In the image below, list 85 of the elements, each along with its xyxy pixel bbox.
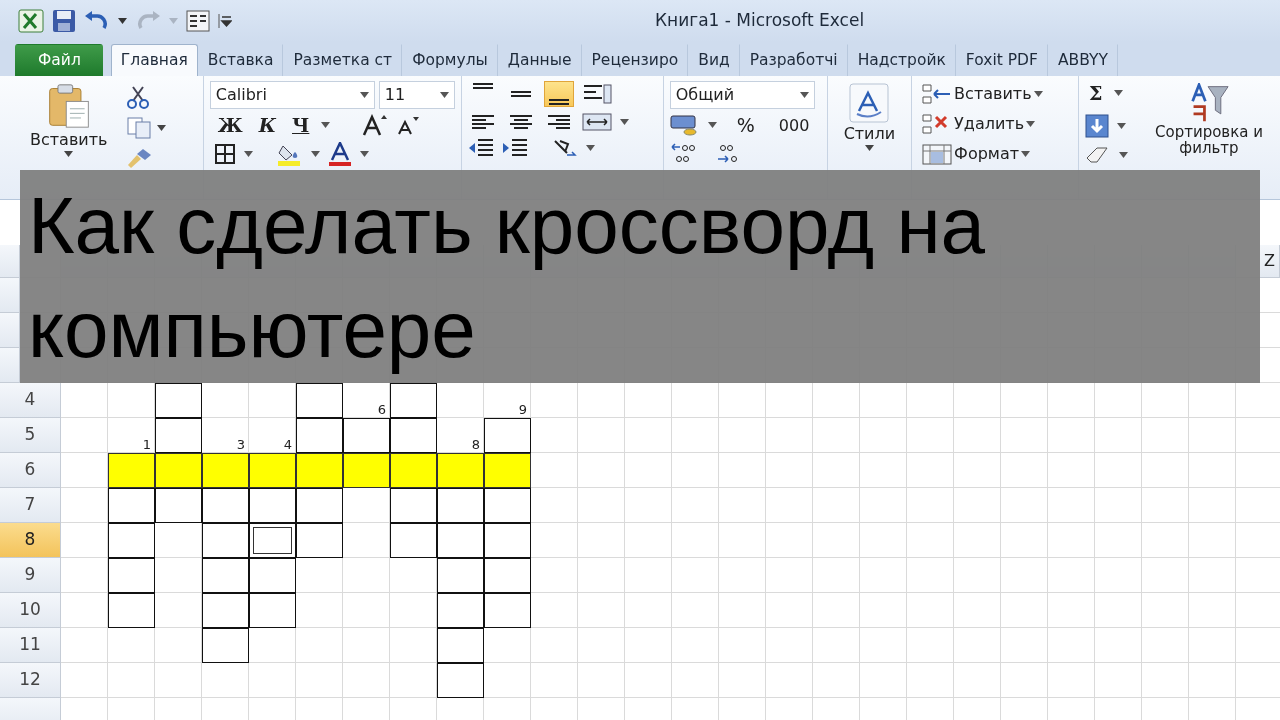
caret-icon	[1021, 151, 1031, 157]
caret-icon[interactable]	[586, 145, 596, 151]
row-header[interactable]: 10	[0, 593, 61, 628]
lines-icon	[473, 83, 494, 89]
lines-icon	[548, 115, 571, 129]
caret-icon[interactable]	[1119, 151, 1128, 158]
insert-cells-button[interactable]: Вставить	[918, 81, 1072, 107]
format-cells-icon	[922, 143, 953, 165]
caret-icon[interactable]	[310, 150, 320, 157]
lines-icon	[472, 115, 495, 129]
caret-icon[interactable]	[321, 122, 331, 129]
row-header[interactable]: 12	[0, 663, 61, 698]
caret-icon[interactable]	[799, 92, 809, 98]
window-title: Книга1 - Microsoft Excel	[655, 9, 865, 33]
number-format-field[interactable]: Общий	[669, 81, 815, 109]
lines-icon	[511, 91, 532, 97]
insert-cells-icon	[922, 83, 953, 105]
bold-button[interactable]: Ж	[213, 113, 247, 138]
form-icon[interactable]	[186, 10, 210, 32]
font-color-icon[interactable]	[327, 141, 352, 166]
row-header[interactable]: 6	[0, 453, 61, 488]
increase-decimal-icon[interactable]	[669, 141, 698, 164]
sort-filter-button[interactable]: Сортировка и фильтр	[1144, 81, 1274, 164]
clue-number: 4	[283, 438, 293, 453]
customize-caret-icon[interactable]	[218, 12, 232, 30]
shrink-font-icon[interactable]	[396, 115, 421, 136]
caret-icon[interactable]	[439, 92, 449, 98]
row-header[interactable]: 8	[0, 523, 61, 558]
caret-icon[interactable]	[243, 150, 253, 157]
clue-number: 8	[471, 438, 481, 453]
clue-number: 6	[377, 403, 387, 418]
column-header[interactable]: Z	[1260, 245, 1280, 278]
caret-icon[interactable]	[359, 150, 369, 157]
wrap-text-icon[interactable]	[582, 83, 613, 105]
caret-icon[interactable]	[1117, 122, 1126, 129]
format-cells-button[interactable]: Формат	[918, 141, 1072, 167]
row-header[interactable]: 11	[0, 628, 61, 663]
caret-icon[interactable]	[118, 18, 127, 24]
ribbon-tab[interactable]: Главная	[110, 44, 198, 76]
underline-button[interactable]: Ч	[288, 113, 314, 138]
clue-number: 9	[518, 403, 528, 418]
delete-cells-button[interactable]: Удалить	[918, 111, 1072, 137]
percent-button[interactable]: %	[732, 113, 759, 138]
excel-icon[interactable]	[18, 9, 44, 33]
caret-icon[interactable]	[157, 125, 167, 131]
row-header[interactable]: 9	[0, 558, 61, 593]
row-header[interactable]: 5	[0, 418, 61, 453]
caret-icon[interactable]	[707, 122, 717, 129]
increase-indent-icon[interactable]	[502, 138, 529, 158]
paste-button[interactable]: Вставить	[26, 81, 112, 169]
caret-icon[interactable]	[620, 119, 630, 125]
text-orientation-icon[interactable]	[552, 137, 579, 159]
caret-icon[interactable]	[359, 92, 369, 98]
align-bottom-button[interactable]	[544, 81, 575, 107]
banner-title: Как сделать кроссворд на компьютере	[28, 180, 987, 376]
caret-icon	[169, 18, 178, 24]
decrease-indent-icon[interactable]	[468, 138, 495, 158]
clue-number: 3	[236, 438, 246, 453]
styles-icon	[849, 83, 890, 123]
undo-icon[interactable]	[84, 10, 110, 32]
caret-icon	[64, 150, 74, 157]
borders-icon[interactable]	[213, 142, 236, 165]
font-size-field[interactable]: 11	[378, 81, 455, 109]
fill-down-icon[interactable]	[1085, 113, 1109, 138]
font-name-field[interactable]: Calibri	[209, 81, 375, 109]
save-icon[interactable]	[52, 9, 76, 33]
styles-button[interactable]: Стили	[839, 81, 900, 153]
row-header[interactable]: 7	[0, 488, 61, 523]
clue-number: 1	[142, 438, 152, 453]
caret-icon	[1026, 121, 1036, 127]
lines-icon	[510, 115, 533, 129]
thousands-button[interactable]: 000	[774, 114, 814, 137]
scissors-icon[interactable]	[127, 85, 150, 109]
lines-icon	[549, 99, 570, 105]
grow-font-icon[interactable]	[362, 114, 389, 137]
merge-cells-icon[interactable]	[582, 111, 613, 133]
autosum-button[interactable]: Σ	[1085, 81, 1107, 106]
row-header[interactable]: 4	[0, 383, 61, 418]
italic-button[interactable]: К	[254, 113, 280, 138]
caret-icon	[864, 144, 874, 151]
eraser-icon[interactable]	[1085, 145, 1111, 164]
caret-icon[interactable]	[1114, 90, 1124, 97]
caret-icon	[1033, 91, 1043, 97]
redo-icon	[135, 10, 161, 32]
ribbon-tab[interactable]: Файл	[15, 44, 103, 76]
